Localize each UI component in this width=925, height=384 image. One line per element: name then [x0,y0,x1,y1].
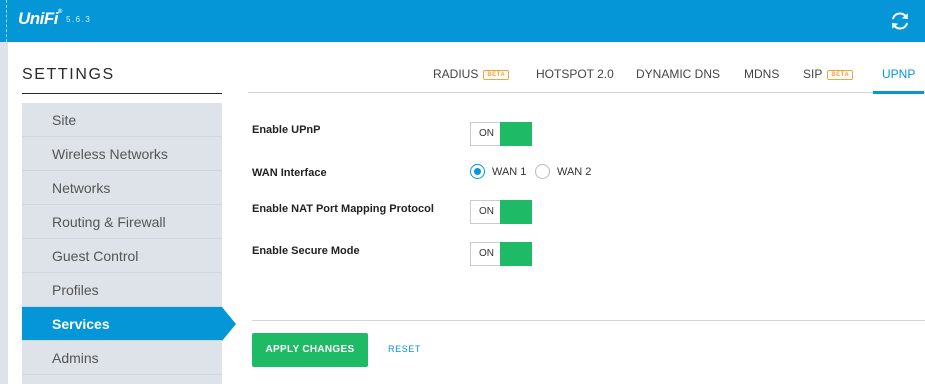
toggle-state-text: ON [479,206,494,217]
tab-label: MDNS [744,67,780,81]
form-divider [252,320,925,321]
wan2-label[interactable]: WAN 2 [557,166,591,178]
top-bar: UniFi® 5.6.3 [0,0,925,42]
logo-registered-mark: ® [58,9,62,15]
logo-text: UniFi [18,9,59,28]
enable-upnp-toggle[interactable]: ON [470,122,532,146]
tab-label: UPNP [882,67,916,81]
left-edge-divider [6,0,7,42]
toggle-knob [500,242,532,266]
sidebar-item-site[interactable]: Site [22,103,222,137]
active-item-pointer [222,307,236,341]
tab-radius[interactable]: RADIUS BETA [433,67,510,93]
title-underline [22,93,222,94]
toggle-state-text: ON [479,248,494,259]
tab-hotspot[interactable]: HOTSPOT 2.0 [536,67,614,93]
enable-nat-pmp-label: Enable NAT Port Mapping Protocol [252,203,434,215]
wan1-radio[interactable] [470,164,485,179]
settings-sidebar: Site Wireless Networks Networks Routing … [22,103,222,384]
page-title: SETTINGS [22,66,115,83]
sidebar-item-label: Wireless Networks [52,146,168,162]
sidebar-item-label: Networks [52,180,111,196]
tab-label: RADIUS [433,67,479,81]
sidebar-item-services[interactable]: Services [22,307,222,341]
toggle-knob [500,200,532,224]
wan2-radio[interactable] [535,164,550,179]
enable-secure-mode-label: Enable Secure Mode [252,245,360,257]
sidebar-item-admins[interactable]: Admins [22,341,222,375]
tab-dynamic-dns[interactable]: DYNAMIC DNS [636,67,720,93]
enable-nat-pmp-toggle[interactable]: ON [470,200,532,224]
enable-secure-mode-toggle[interactable]: ON [470,242,532,266]
enable-upnp-label: Enable UPnP [252,124,321,136]
sidebar-item-guest-control[interactable]: Guest Control [22,239,222,273]
sidebar-item-label: Admins [52,350,99,366]
wan1-label[interactable]: WAN 1 [492,166,526,178]
sidebar-item-label: Services [52,316,110,332]
sidebar-item-label: Guest Control [52,248,139,264]
reset-link[interactable]: RESET [388,344,421,354]
sidebar-item-wireless-networks[interactable]: Wireless Networks [22,137,222,171]
services-tabs: RADIUS BETA HOTSPOT 2.0 DYNAMIC DNS MDNS … [248,62,925,94]
tab-label: SIP [803,67,823,81]
version-label: 5.6.3 [66,15,92,24]
beta-badge: BETA [483,70,510,80]
tab-sip[interactable]: SIP BETA [803,67,854,93]
sidebar-item-label: Site [52,112,77,128]
tab-upnp[interactable]: UPNP [873,67,925,94]
toggle-knob [500,122,532,146]
tab-mdns[interactable]: MDNS [744,67,779,93]
wan-interface-label: WAN Interface [252,167,327,179]
tab-label: HOTSPOT 2.0 [536,67,614,81]
sidebar-item-profiles[interactable]: Profiles [22,273,222,307]
beta-badge: BETA [827,70,854,80]
toggle-state-text: ON [479,128,494,139]
sidebar-item-routing-firewall[interactable]: Routing & Firewall [22,205,222,239]
sidebar-item-networks[interactable]: Networks [22,171,222,205]
apply-changes-button[interactable]: APPLY CHANGES [252,333,368,367]
unifi-logo[interactable]: UniFi® [18,9,62,29]
sidebar-item-label: Profiles [52,282,99,298]
tab-label: DYNAMIC DNS [636,67,721,81]
refresh-icon[interactable] [889,10,911,32]
left-edge-stripe [0,42,8,384]
sidebar-item-label: Routing & Firewall [52,214,166,230]
